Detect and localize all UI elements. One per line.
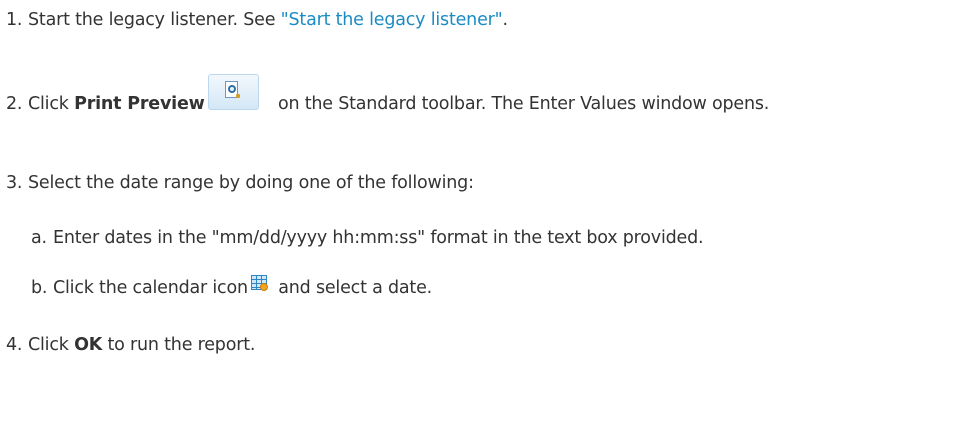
step-2: 2. Click Print Preview on the Standard t…	[6, 74, 770, 122]
magnifier-shape	[227, 85, 236, 93]
magnifier-handle-shape	[235, 94, 240, 98]
step-1-period: .	[502, 10, 508, 30]
step-3b-text: Click the calendar icon	[53, 278, 248, 298]
step-4: 4. Click OK to run the report.	[6, 335, 255, 355]
step-3b-text-after: and select a date.	[272, 278, 433, 298]
step-4-text-after: to run the report.	[102, 335, 256, 355]
ok-label: OK	[74, 335, 103, 355]
start-legacy-listener-link[interactable]: "Start the legacy listener"	[281, 10, 503, 30]
step-2-text-after: on the Standard toolbar. The Enter Value…	[272, 94, 770, 114]
substep-letter: b.	[31, 278, 48, 298]
print-preview-icon	[207, 74, 259, 110]
step-2-text: Click	[28, 94, 75, 114]
calendar-badge-shape	[259, 282, 268, 291]
step-number: 1.	[6, 10, 23, 30]
step-number: 4.	[6, 335, 23, 355]
step-4-text: Click	[28, 335, 75, 355]
print-preview-label: Print Preview	[74, 94, 205, 114]
step-3b: b. Click the calendar icon and select a …	[31, 274, 433, 298]
step-number: 2.	[6, 94, 23, 114]
step-3a: a. Enter dates in the "mm/dd/yyyy hh:mm:…	[31, 228, 704, 248]
substep-letter: a.	[31, 228, 47, 248]
step-number: 3.	[6, 173, 23, 193]
calendar-icon	[250, 274, 268, 291]
step-3a-text: Enter dates in the "mm/dd/yyyy hh:mm:ss"…	[53, 228, 704, 248]
step-1-text: Start the legacy listener. See	[28, 10, 281, 30]
step-1: 1. Start the legacy listener. See "Start…	[6, 10, 508, 30]
step-3-text: Select the date range by doing one of th…	[28, 173, 474, 193]
step-3: 3. Select the date range by doing one of…	[6, 173, 474, 193]
